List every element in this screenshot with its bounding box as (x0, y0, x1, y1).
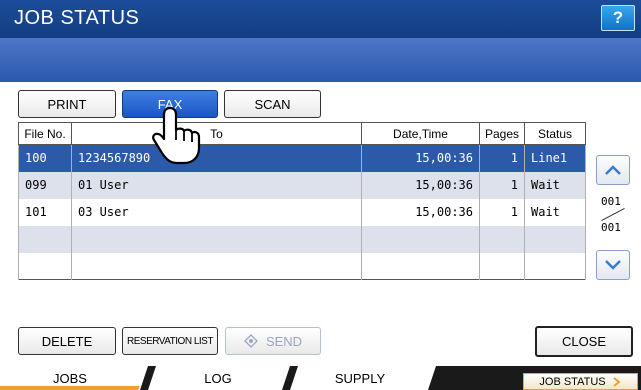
cell-pages (479, 225, 525, 253)
column-header-to: To (71, 122, 362, 145)
scan-tab-button[interactable]: SCAN (224, 90, 321, 118)
cell-file-no (18, 225, 72, 253)
scroll-down-button[interactable] (596, 250, 630, 280)
cell-to: 03 User (71, 198, 362, 226)
cell-file-no: 101 (18, 198, 72, 226)
column-header-file-no: File No. (18, 122, 72, 145)
page-indicator: 001 001 (598, 195, 630, 235)
cell-pages: 1 (479, 198, 525, 226)
job-table: File No. To Date,Time Pages Status 100 1… (18, 122, 586, 280)
page-divider (601, 207, 625, 222)
cell-datetime (361, 225, 480, 253)
close-button[interactable]: CLOSE (535, 326, 633, 357)
current-page: 001 (601, 195, 621, 208)
cell-status: Wait (524, 171, 586, 199)
cell-file-no: 099 (18, 171, 72, 199)
send-icon (244, 334, 258, 348)
cell-to (71, 252, 362, 280)
cell-to: 1234567890 (71, 144, 362, 172)
cell-to: 01 User (71, 171, 362, 199)
cell-pages: 1 (479, 171, 525, 199)
cell-status (524, 252, 586, 280)
chevron-right-icon (612, 376, 621, 387)
hand-pointer-icon (152, 106, 201, 165)
cell-to (71, 225, 362, 253)
cell-datetime: 15,00:36 (361, 144, 480, 172)
column-header-status: Status (524, 122, 586, 145)
table-row[interactable]: 099 01 User 15,00:36 1 Wait (18, 171, 586, 199)
job-status-label: JOB STATUS (539, 375, 606, 388)
table-row[interactable]: 101 03 User 15,00:36 1 Wait (18, 198, 586, 226)
cell-file-no: 100 (18, 144, 72, 172)
cell-datetime (361, 252, 480, 280)
table-row[interactable] (18, 225, 586, 253)
tab-jobs[interactable]: JOBS (0, 366, 140, 390)
column-header-datetime: Date,Time (361, 122, 480, 145)
send-label: SEND (265, 333, 303, 349)
chevron-down-icon (605, 260, 621, 270)
delete-button[interactable]: DELETE (18, 327, 116, 355)
cell-pages: 1 (479, 144, 525, 172)
cell-file-no (18, 252, 72, 280)
cell-datetime: 15,00:36 (361, 171, 480, 199)
title-bar: JOB STATUS ? (0, 0, 641, 38)
tab-supply[interactable]: SUPPLY (290, 366, 430, 390)
cell-status (524, 225, 586, 253)
cell-datetime: 15,00:36 (361, 198, 480, 226)
scroll-up-button[interactable] (596, 155, 630, 185)
column-header-pages: Pages (479, 122, 525, 145)
total-pages: 001 (601, 221, 621, 234)
reservation-list-button[interactable]: RESERVATION LIST (122, 327, 218, 355)
page-title: JOB STATUS (14, 7, 140, 29)
send-button[interactable]: SEND (225, 327, 321, 355)
bottom-tab-bar: JOBS LOG SUPPLY JOB STATUS (0, 366, 641, 390)
cell-status: Line1 (524, 144, 586, 172)
cell-status: Wait (524, 198, 586, 226)
cell-pages (479, 252, 525, 280)
table-row[interactable]: 100 1234567890 15,00:36 1 Line1 (18, 144, 586, 172)
table-row[interactable] (18, 252, 586, 280)
help-button[interactable]: ? (601, 5, 635, 31)
header-band (0, 38, 641, 82)
table-header-row: File No. To Date,Time Pages Status (18, 122, 586, 145)
tab-log[interactable]: LOG (148, 366, 288, 390)
print-tab-button[interactable]: PRINT (18, 90, 116, 118)
job-status-button[interactable]: JOB STATUS (523, 373, 638, 390)
chevron-up-icon (605, 165, 621, 175)
